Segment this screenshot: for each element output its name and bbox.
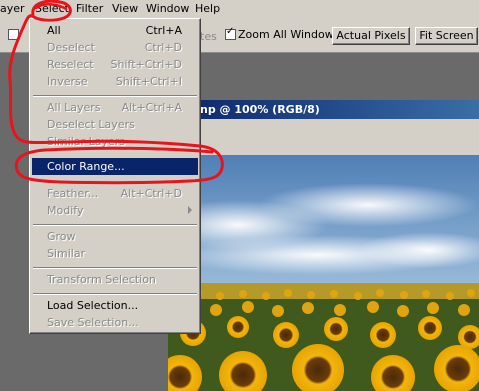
annotation-strokes <box>8 0 224 185</box>
red-annotation-overlay <box>8 0 224 185</box>
